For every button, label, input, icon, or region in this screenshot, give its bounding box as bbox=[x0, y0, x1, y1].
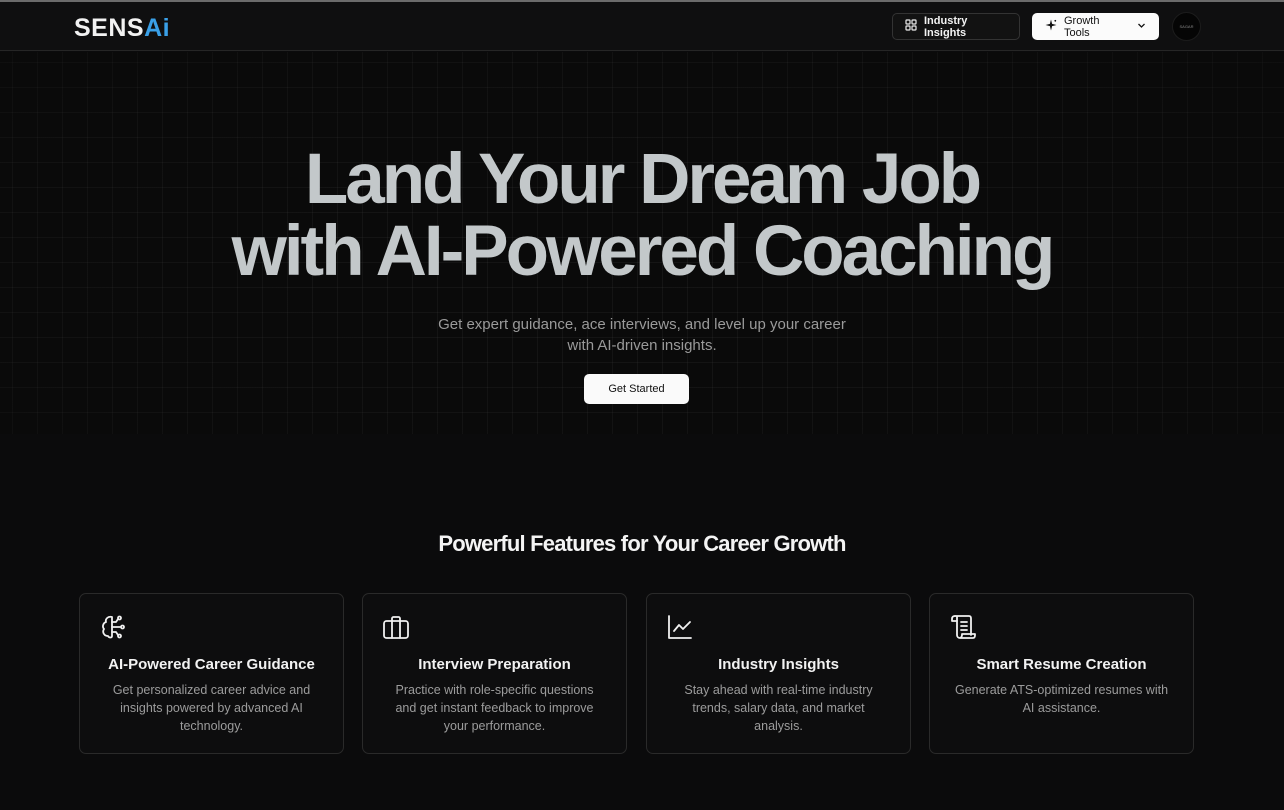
feature-card-title: Industry Insights bbox=[718, 656, 839, 673]
scroll-text-icon bbox=[949, 613, 977, 641]
feature-card-title: AI-Powered Career Guidance bbox=[108, 656, 315, 673]
feature-card: AI-Powered Career Guidance Get personali… bbox=[79, 593, 344, 754]
hero-section: Land Your Dream Job with AI-Powered Coac… bbox=[0, 52, 1284, 434]
feature-card-description-line: your performance. bbox=[443, 719, 546, 733]
feature-card-description: Stay ahead with real-time industry trend… bbox=[671, 681, 886, 735]
chevron-down-icon bbox=[1137, 21, 1146, 33]
feature-card-title: Interview Preparation bbox=[418, 656, 571, 673]
hero-subtitle: Get expert guidance, ace interviews, and… bbox=[392, 314, 892, 356]
feature-card-description-line: insights powered by advanced AI bbox=[120, 701, 303, 715]
feature-card-description-line: Stay ahead with real-time industry bbox=[684, 683, 873, 697]
line-chart-icon bbox=[666, 613, 694, 641]
hero-title: Land Your Dream Job with AI-Powered Coac… bbox=[0, 144, 1284, 288]
sparkles-icon bbox=[1045, 19, 1057, 34]
feature-card-description-line: Get personalized career advice and bbox=[112, 683, 311, 697]
feature-card-description-line: Generate ATS-optimized resumes with bbox=[954, 683, 1169, 697]
layout-dashboard-icon bbox=[905, 19, 917, 34]
feature-card-description-line: AI assistance. bbox=[1022, 701, 1101, 715]
feature-card: Industry Insights Stay ahead with real-t… bbox=[646, 593, 911, 754]
hero-title-line: Land Your Dream Job bbox=[304, 140, 982, 219]
user-avatar[interactable]: SAGAR bbox=[1172, 12, 1201, 41]
avatar-text: SAGAR bbox=[1179, 24, 1194, 29]
industry-insights-button[interactable]: Industry Insights bbox=[892, 13, 1020, 40]
growth-tools-button[interactable]: Growth Tools bbox=[1032, 13, 1159, 40]
feature-card-description: Get personalized career advice and insig… bbox=[104, 681, 319, 735]
feature-card-description-line: and get instant feedback to improve bbox=[395, 701, 594, 715]
logo-main-text: SENS bbox=[74, 13, 145, 42]
feature-card-description-line: trends, salary data, and market bbox=[692, 701, 865, 715]
logo[interactable]: SENSAi bbox=[74, 13, 170, 43]
industry-insights-label: Industry Insights bbox=[924, 14, 968, 39]
feature-card-description: Practice with role-specific questions an… bbox=[387, 681, 602, 735]
features-heading: Powerful Features for Your Career Growth bbox=[438, 531, 846, 556]
briefcase-icon bbox=[382, 613, 410, 641]
hero-subtitle-line: Get expert guidance, ace interviews, and… bbox=[438, 316, 846, 333]
get-started-button[interactable]: Get Started bbox=[584, 374, 689, 404]
feature-card-description-line: Practice with role-specific questions bbox=[395, 683, 594, 697]
logo-accent-text: Ai bbox=[144, 13, 171, 42]
logo-text: SENSAi bbox=[74, 14, 170, 43]
hero-subtitle-line: with AI-driven insights. bbox=[567, 337, 717, 354]
feature-card-title: Smart Resume Creation bbox=[976, 656, 1147, 673]
feature-card-description-line: technology. bbox=[179, 719, 243, 733]
feature-card: Interview Preparation Practice with role… bbox=[362, 593, 627, 754]
feature-card-description-line: analysis. bbox=[754, 719, 803, 733]
feature-card: Smart Resume Creation Generate ATS-optim… bbox=[929, 593, 1194, 754]
navbar: SENSAi Industry Insights Growth Tools SA… bbox=[0, 2, 1284, 51]
hero-title-line: with AI-Powered Coaching bbox=[231, 212, 1056, 291]
brain-circuit-icon bbox=[99, 613, 127, 641]
feature-card-description: Generate ATS-optimized resumes with AI a… bbox=[954, 681, 1169, 717]
growth-tools-label: Growth Tools bbox=[1064, 14, 1100, 39]
